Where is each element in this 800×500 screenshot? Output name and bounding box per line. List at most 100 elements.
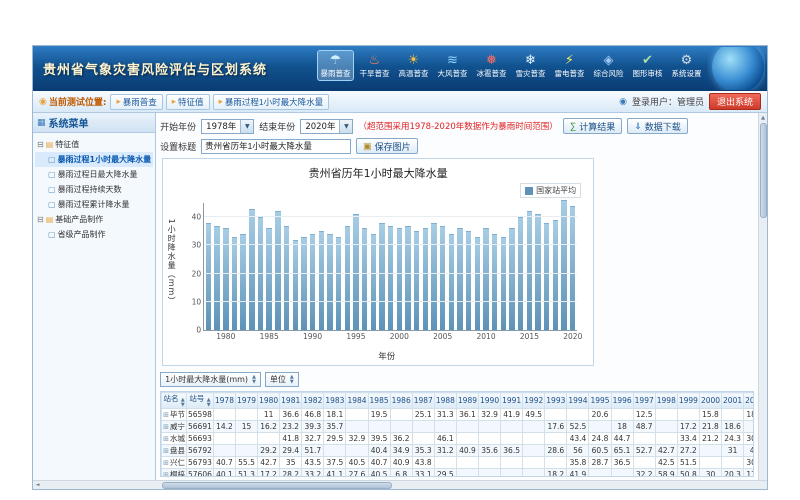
unit-column-chip[interactable]: 单位 ▲▼: [265, 372, 299, 387]
bar-slot: [516, 203, 525, 330]
end-year-select[interactable]: 2020年 ▼: [300, 119, 353, 134]
column-header-year[interactable]: 1994: [567, 393, 589, 409]
x-tick-label: 2010: [477, 332, 496, 341]
nav-item-heat[interactable]: ☀高温普查: [395, 50, 432, 81]
calculate-button[interactable]: ∑ 计算结果: [563, 118, 622, 134]
column-header-year[interactable]: 1995: [589, 393, 611, 409]
chart-title-input[interactable]: [201, 139, 351, 154]
collapse-icon[interactable]: ⊟: [37, 140, 44, 149]
value-cell: 6.8: [390, 469, 412, 478]
value-cell: 42.7: [655, 445, 677, 457]
nav-item-drought[interactable]: ♨干旱普查: [356, 50, 393, 81]
value-cell: 18.1: [324, 409, 346, 421]
nav-item-hail[interactable]: ❅冰雹普查: [473, 50, 510, 81]
column-header-year[interactable]: 1981: [280, 393, 302, 409]
nav-item-rain[interactable]: ☂暴雨普查: [317, 50, 354, 81]
logout-button[interactable]: 退出系统: [709, 93, 761, 110]
breadcrumb-tab-2[interactable]: ▸暴雨过程1小时最大降水量: [213, 94, 330, 110]
metric-column-chip[interactable]: 1小时最大降水量(mm) ▲▼: [160, 372, 261, 387]
value-cell: 30.4: [744, 433, 754, 445]
column-header-year[interactable]: 1979: [235, 393, 257, 409]
table-row[interactable]: ⊞兴仁5679340.755.542.73543.537.540.540.740…: [162, 457, 754, 469]
value-cell: [501, 469, 523, 478]
scroll-left-icon[interactable]: ◄: [33, 482, 42, 488]
start-year-select[interactable]: 1978年 ▼: [201, 119, 254, 134]
table-row[interactable]: ⊞桐梓5760640.151.317.228.233.241.127.640.5…: [162, 469, 754, 478]
tree-item-0-3[interactable]: ▢暴雨过程累计降水量: [35, 197, 153, 212]
tree-group-1[interactable]: ⊟▤基础产品制作: [35, 212, 153, 227]
save-image-button[interactable]: ▣ 保存图片: [356, 138, 418, 154]
tree-item-0-1[interactable]: ▢暴雨过程日最大降水量: [35, 167, 153, 182]
value-cell: 46.8: [302, 409, 324, 421]
column-header-year[interactable]: 1990: [479, 393, 501, 409]
column-header-year[interactable]: 1982: [302, 393, 324, 409]
x-tick-label: 1990: [303, 332, 322, 341]
expand-row-icon[interactable]: ⊞: [163, 435, 169, 443]
breadcrumb-tab-0[interactable]: ▸暴雨普查: [110, 94, 162, 110]
column-header-year[interactable]: 1996: [611, 393, 633, 409]
horizontal-scrollbar[interactable]: ◄: [33, 480, 767, 489]
column-header-year[interactable]: 1992: [523, 393, 545, 409]
column-header-year[interactable]: 1987: [412, 393, 434, 409]
collapse-icon[interactable]: ⊟: [37, 215, 44, 224]
nav-item-lightning[interactable]: ⚡雷电普查: [551, 50, 588, 81]
tree-group-0[interactable]: ⊟▤特征值: [35, 137, 153, 152]
value-cell: 32.9: [346, 433, 368, 445]
nav-item-snow[interactable]: ❄雪灾普查: [512, 50, 549, 81]
expand-row-icon[interactable]: ⊞: [163, 459, 169, 467]
value-cell: 32.7: [302, 433, 324, 445]
column-header-year[interactable]: 1993: [545, 393, 567, 409]
column-header-year[interactable]: 1991: [501, 393, 523, 409]
bar-slot: [343, 203, 352, 330]
value-cell: 29.5: [324, 433, 346, 445]
tab-icon: ▸: [219, 96, 223, 107]
column-header-year[interactable]: 2002: [744, 393, 754, 409]
table-row[interactable]: ⊞威宁5669114.21516.223.239.335.717.652.518…: [162, 421, 754, 433]
breadcrumb-tab-1[interactable]: ▸特征值: [166, 94, 210, 110]
app-window: 贵州省气象灾害风险评估与区划系统 ☂暴雨普查♨干旱普查☀高温普查≋大风普查❅冰雹…: [32, 45, 768, 490]
column-header-year[interactable]: 1988: [434, 393, 456, 409]
value-cell: 28.2: [280, 469, 302, 478]
tree-item-0-0[interactable]: ▢暴雨过程1小时最大降水量: [35, 152, 153, 167]
download-button[interactable]: ⇓ 数据下载: [627, 118, 688, 134]
column-header-id[interactable]: 站号 ▲▼: [187, 393, 214, 409]
chart-bar: [379, 223, 384, 330]
column-header-year[interactable]: 1983: [324, 393, 346, 409]
column-header-year[interactable]: 1986: [390, 393, 412, 409]
expand-row-icon[interactable]: ⊞: [163, 447, 169, 455]
value-cell: [699, 445, 721, 457]
expand-row-icon[interactable]: ⊞: [163, 471, 169, 477]
column-header-year[interactable]: 1978: [213, 393, 235, 409]
tree-item-1-0[interactable]: ▢省级产品制作: [35, 227, 153, 242]
table-toolbar: 1小时最大降水量(mm) ▲▼ 单位 ▲▼: [160, 371, 754, 388]
column-header-year[interactable]: 1997: [633, 393, 655, 409]
column-header-name[interactable]: 站名 ▲▼: [162, 393, 187, 409]
bar-slot: [430, 203, 439, 330]
value-cell: 35.8: [567, 457, 589, 469]
column-header-year[interactable]: 1999: [677, 393, 699, 409]
horizontal-scroll-thumb[interactable]: [162, 482, 392, 489]
table-row[interactable]: ⊞盘县5679229.229.451.740.434.935.331.240.9…: [162, 445, 754, 457]
nav-item-settings[interactable]: ⚙系统设置: [668, 50, 705, 81]
value-cell: [501, 421, 523, 433]
table-row[interactable]: ⊞毕节565981136.646.818.119.525.131.336.132…: [162, 409, 754, 421]
tree-item-0-2[interactable]: ▢暴雨过程持续天数: [35, 182, 153, 197]
column-header-year[interactable]: 1980: [258, 393, 280, 409]
chart-bar: [414, 231, 419, 330]
column-header-year[interactable]: 1984: [346, 393, 368, 409]
column-header-year[interactable]: 2001: [722, 393, 744, 409]
expand-row-icon[interactable]: ⊞: [163, 423, 169, 431]
column-header-year[interactable]: 1998: [655, 393, 677, 409]
vertical-scrollbar[interactable]: ▲: [758, 113, 767, 480]
nav-item-wind[interactable]: ≋大风普查: [434, 50, 471, 81]
nav-item-risk[interactable]: ◈综合风险: [590, 50, 627, 81]
column-header-year[interactable]: 2000: [699, 393, 721, 409]
expand-row-icon[interactable]: ⊞: [163, 411, 169, 419]
chart-bar: [440, 226, 445, 330]
column-header-year[interactable]: 1989: [456, 393, 478, 409]
nav-item-review[interactable]: ✔图形审核: [629, 50, 666, 81]
vertical-scroll-thumb[interactable]: [760, 123, 767, 218]
table-row[interactable]: ⊞水城5669341.832.729.532.939.536.246.143.4…: [162, 433, 754, 445]
scroll-up-icon[interactable]: ▲: [759, 113, 767, 122]
column-header-year[interactable]: 1985: [368, 393, 390, 409]
